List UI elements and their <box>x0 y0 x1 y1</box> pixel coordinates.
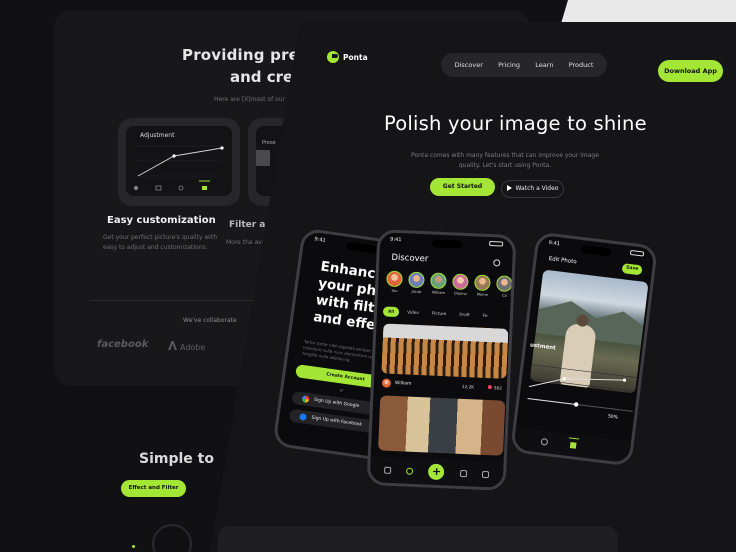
preset-thumbnail <box>256 150 270 166</box>
feed-image-building[interactable] <box>381 323 509 379</box>
facebook-icon <box>299 412 308 421</box>
get-started-button[interactable]: Get Started <box>430 178 495 196</box>
story-avatar[interactable]: Jacob <box>408 271 426 294</box>
brand-logo[interactable]: Ponta <box>327 51 368 63</box>
avatar <box>474 274 491 292</box>
feature2-title: Filter a <box>229 220 266 230</box>
back-subheading: Here are [X]most of our <box>214 96 286 103</box>
story-avatar[interactable]: Dianne <box>452 273 470 296</box>
avatar-name: Dianne <box>453 291 467 297</box>
adobe-logo-text: Adobe <box>180 343 206 352</box>
facebook-signup-label: Sign Up with Facebook <box>311 415 363 428</box>
section2-heading: Simple to <box>139 451 214 467</box>
play-icon <box>506 185 512 191</box>
download-app-button[interactable]: Download App <box>658 60 723 82</box>
status-time: 9:41 <box>548 239 561 248</box>
avatar-name: Meme <box>476 292 488 297</box>
avatar <box>496 275 513 293</box>
adjustment-preview: Adjustment <box>126 126 232 196</box>
avatar-name: You <box>391 288 398 294</box>
add-button[interactable]: + <box>428 463 445 481</box>
nav-discover[interactable]: Discover <box>455 61 483 69</box>
adjustment-curve-graph <box>134 145 224 191</box>
feature-title: Easy customization <box>107 215 216 226</box>
author-avatar <box>381 378 392 388</box>
battery-icon <box>489 240 504 247</box>
watch-video-label: Watch a Video <box>515 185 559 192</box>
tab-picture[interactable]: Picture <box>427 308 452 319</box>
post-views: 12,2K <box>461 383 475 390</box>
google-icon <box>301 395 310 404</box>
dynamic-island <box>580 244 612 257</box>
avatar <box>386 270 403 288</box>
post-meta: William 12,2K 582 <box>381 377 507 394</box>
main-nav: Discover Pricing Learn Product <box>441 53 607 77</box>
hero-subtitle: Ponta comes with many features that can … <box>411 152 599 169</box>
edit-photo-title: Edit Photo <box>548 256 577 266</box>
story-avatar[interactable]: William <box>430 272 448 295</box>
story-avatar[interactable]: Meme <box>474 274 492 297</box>
folder-icon[interactable] <box>459 469 468 477</box>
avatar <box>452 273 469 291</box>
status-time: 9:41 <box>390 236 402 244</box>
slider-value: 50% <box>607 414 619 421</box>
post-likes[interactable]: 582 <box>488 385 502 390</box>
status-time: 9:41 <box>313 236 326 244</box>
avatar <box>408 271 425 289</box>
effect-and-filter-button[interactable]: Effect and Filter <box>121 480 186 497</box>
discover-icon[interactable] <box>406 467 414 475</box>
avatar-name: Jacob <box>411 289 422 295</box>
phone-discover: 9:41 Discover You Jacob William Dianne M… <box>366 229 517 491</box>
brand-name: Ponta <box>343 52 368 62</box>
adobe-logo: Adobe <box>168 341 205 352</box>
tab-video[interactable]: Video <box>402 307 424 318</box>
nav-pricing[interactable]: Pricing <box>498 61 520 69</box>
feature-description: Get your perfect picture's quality with … <box>103 234 218 251</box>
filter-tabs: All Video Picture Draft Fe <box>382 306 517 322</box>
sliders-icon <box>569 442 577 449</box>
nav-learn[interactable]: Learn <box>535 61 553 69</box>
collaboration-text: We've collaborate <box>183 317 237 324</box>
dynamic-island <box>431 239 462 249</box>
feed-image-street[interactable] <box>378 395 506 456</box>
phone-edit-photo: 9:41 Edit Photo Save ustment 50% <box>509 231 659 467</box>
nav-product[interactable]: Product <box>569 61 594 69</box>
canvas: Providing prem and crea Here are [X]most… <box>0 0 736 552</box>
facebook-logo: facebook <box>97 339 149 350</box>
ponta-logo-icon <box>327 51 339 63</box>
google-signup-label: Sign Up with Google <box>313 397 360 410</box>
avatar-name: William <box>431 290 446 296</box>
adobe-icon <box>168 341 177 350</box>
hero-title: Polish your image to shine <box>384 112 647 135</box>
home-icon[interactable] <box>383 466 391 474</box>
phone-outline <box>152 524 192 552</box>
dynamic-island <box>346 241 378 255</box>
watch-video-button[interactable]: Watch a Video <box>501 180 564 198</box>
bottom-tab-bar: + <box>369 456 504 488</box>
or-divider: or <box>339 387 345 393</box>
save-button[interactable]: Save <box>621 263 643 276</box>
toolbar-icons[interactable] <box>513 427 631 463</box>
search-icon[interactable] <box>493 259 501 267</box>
accent-dot <box>132 545 135 548</box>
discover-title: Discover <box>391 252 429 265</box>
next-section-card <box>218 526 618 552</box>
tab-draft[interactable]: Draft <box>454 310 475 321</box>
tab-all[interactable]: All <box>382 306 400 318</box>
sun-icon <box>540 438 548 446</box>
preset-label: Prese <box>262 140 276 146</box>
tab-more[interactable]: Fe <box>478 311 493 322</box>
battery-icon <box>629 249 645 257</box>
profile-icon[interactable] <box>482 470 490 478</box>
post-author: William <box>394 380 412 387</box>
avatar <box>430 272 447 290</box>
edit-toolbar <box>513 427 632 464</box>
stories-row: You Jacob William Dianne Meme Ca <box>386 270 517 299</box>
story-avatar[interactable]: You <box>386 270 404 294</box>
avatar-name: Ca <box>501 293 507 298</box>
feature2-description: More tha available <box>226 239 266 246</box>
story-avatar[interactable]: Ca <box>496 275 514 298</box>
